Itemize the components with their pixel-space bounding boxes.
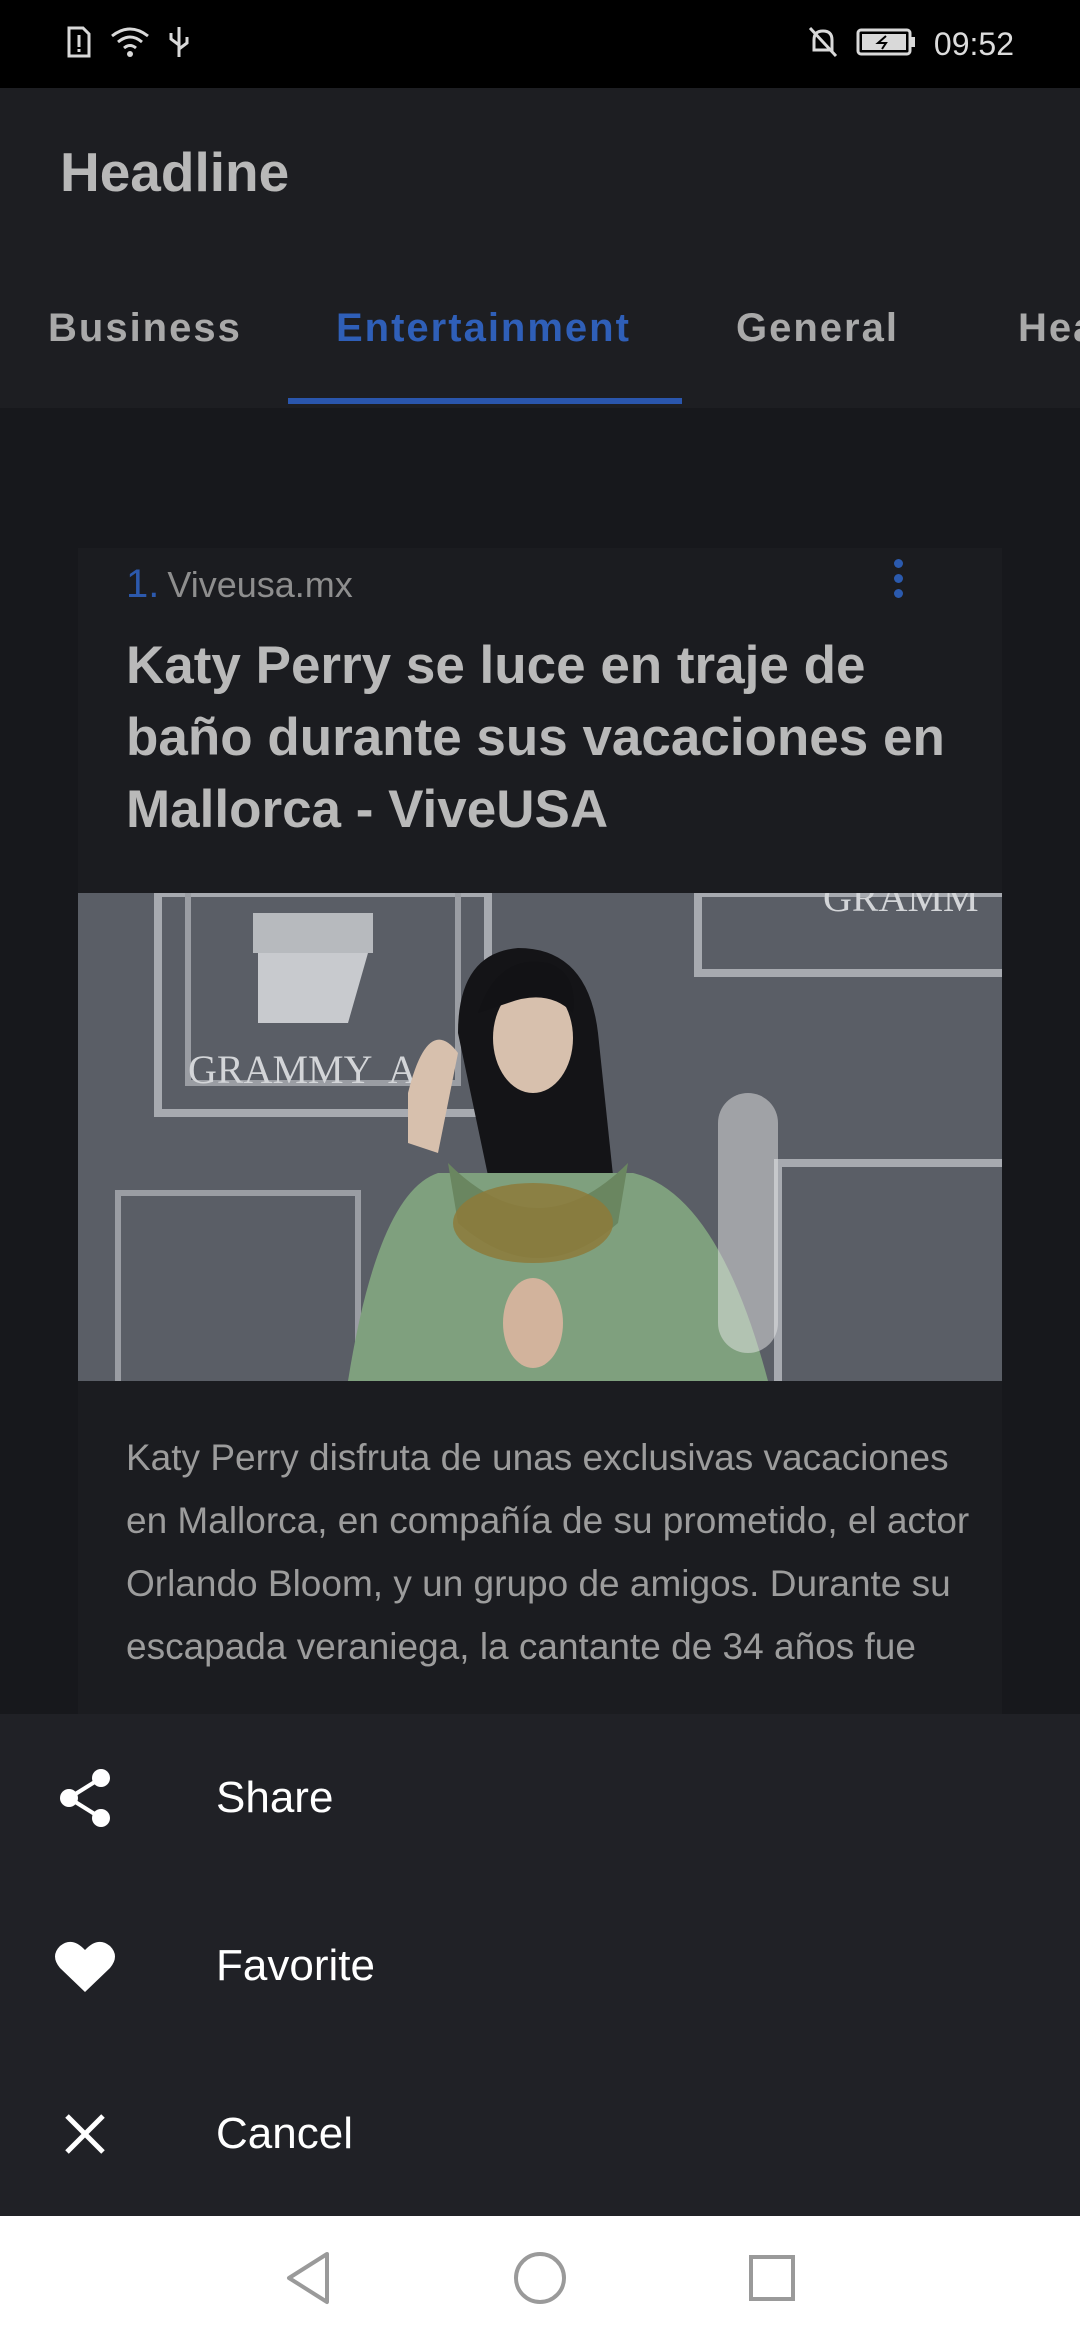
- wifi-icon: [110, 26, 150, 63]
- tab-label: Health: [1018, 306, 1080, 350]
- article-source-name: Viveusa.mx: [167, 564, 353, 605]
- status-left: [66, 25, 190, 64]
- article-index: 1.: [126, 562, 160, 606]
- share-label: Share: [216, 1773, 334, 1822]
- cancel-label: Cancel: [216, 2109, 353, 2158]
- tab-label: General: [736, 306, 899, 350]
- more-options-button[interactable]: [878, 548, 918, 608]
- cancel-option[interactable]: Cancel: [0, 2050, 1080, 2218]
- recents-button[interactable]: [740, 2246, 804, 2310]
- grammy-text-3: GRAMM: [823, 893, 979, 920]
- article-list: 1. Viveusa.mx Katy Perry se luce en traje…: [0, 408, 1080, 1714]
- battery-icon: [856, 27, 916, 62]
- share-option[interactable]: Share: [0, 1714, 1080, 1882]
- bottom-sheet: Share Favorite Cancel: [0, 1714, 1080, 2216]
- share-icon: [50, 1763, 120, 1833]
- article-description: Katy Perry disfruta de unas exclusivas v…: [126, 1437, 970, 1667]
- tab-indicator: [288, 398, 682, 404]
- status-time: 09:52: [933, 25, 1014, 62]
- screen: 09:52 Headline Business Entertainment Ge…: [0, 0, 1080, 2340]
- article-title: Katy Perry se luce en traje de baño dura…: [126, 636, 945, 839]
- status-bar: 09:52: [0, 0, 1080, 88]
- app-title: Headline: [60, 141, 290, 203]
- article-source: 1. Viveusa.mx: [126, 562, 353, 607]
- article-card[interactable]: 1. Viveusa.mx Katy Perry se luce en traje…: [78, 548, 1002, 1714]
- close-icon: [50, 2099, 120, 2169]
- app-bar: Headline: [0, 88, 1080, 258]
- status-right: 09:52: [808, 26, 1014, 63]
- system-nav-bar: [0, 2216, 1080, 2340]
- heart-icon: [50, 1931, 120, 2001]
- back-button[interactable]: [276, 2246, 340, 2310]
- home-button[interactable]: [508, 2246, 572, 2310]
- category-tabs: Business Entertainment General Health: [0, 258, 1080, 408]
- favorite-label: Favorite: [216, 1941, 375, 1990]
- back-triangle-icon: [287, 2252, 329, 2304]
- recents-square-icon: [749, 2255, 795, 2301]
- sim-alert-icon: [66, 26, 92, 63]
- usb-icon: [168, 25, 190, 64]
- more-dot-icon: [893, 573, 903, 583]
- article-image[interactable]: GRAMMY A GRAMM: [78, 893, 1002, 1381]
- grammy-text: GRAMMY: [188, 1047, 372, 1092]
- favorite-option[interactable]: Favorite: [0, 1882, 1080, 2050]
- home-circle-icon: [514, 2252, 566, 2304]
- bell-muted-icon: [808, 26, 838, 63]
- more-dot-icon: [893, 558, 903, 568]
- tab-label: Entertainment: [336, 306, 631, 350]
- more-dot-icon: [893, 588, 903, 598]
- tab-label: Business: [48, 306, 242, 350]
